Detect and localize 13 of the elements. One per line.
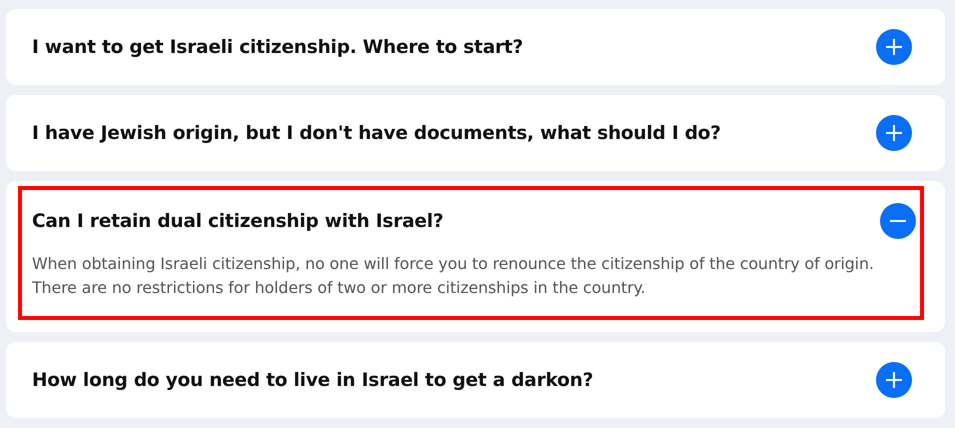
- expand-button[interactable]: [876, 362, 912, 398]
- minus-icon: [890, 220, 906, 222]
- plus-icon: [886, 125, 902, 141]
- expand-button[interactable]: [876, 115, 912, 151]
- plus-icon: [886, 372, 902, 388]
- faq-question[interactable]: I want to get Israeli citizenship. Where to start?: [32, 36, 524, 58]
- expand-button[interactable]: [876, 29, 912, 65]
- faq-answer: When obtaining Israeli citizenship, no one will force you to renounce the citizenship of the country of origin. There are no restrictions for holders of two or more citizenships in the country.: [32, 253, 875, 299]
- collapse-button[interactable]: [880, 203, 916, 239]
- plus-icon: [886, 39, 902, 55]
- faq-question[interactable]: I have Jewish origin, but I don't have documents, what should I do?: [32, 122, 721, 144]
- faq-question[interactable]: How long do you need to live in Israel to get a darkon?: [32, 370, 594, 390]
- faq-question[interactable]: Can I retain dual citizenship with Israel?: [32, 210, 444, 232]
